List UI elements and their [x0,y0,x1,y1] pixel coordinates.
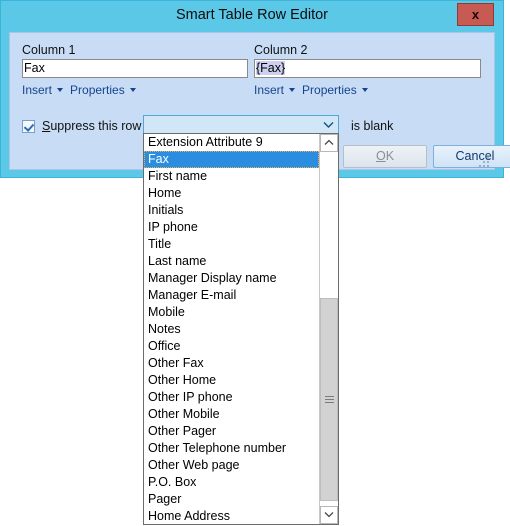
column2-input[interactable]: {Fax} [254,59,481,78]
dropdown-item[interactable]: Notes [144,321,319,338]
dropdown-popup: Extension Attribute 9 Fax First name Home In… [143,133,339,525]
suppress-field-combobox[interactable] [143,115,339,135]
chevron-down-icon[interactable] [289,88,296,93]
scroll-down-icon[interactable] [320,506,338,524]
dropdown-item[interactable]: Home [144,185,319,202]
chevron-down-icon[interactable] [323,121,334,130]
dropdown-item[interactable]: Fax [144,151,319,168]
dropdown-item[interactable]: Other Home [144,372,319,389]
column2-selected-text: {Fax} [256,61,286,75]
ok-label-rest: K [385,149,395,163]
scroll-up-icon[interactable] [320,134,338,152]
resize-grip[interactable] [479,155,491,167]
dropdown-item[interactable]: Extension Attribute 9 [144,134,319,151]
dropdown-scrollbar[interactable] [319,134,338,524]
insert-link-column1[interactable]: Insert [22,83,52,97]
title-bar[interactable]: Smart Table Row Editor x [1,1,503,31]
dropdown-item[interactable]: Title [144,236,319,253]
scrollbar-thumb[interactable] [320,298,338,501]
ok-accel-letter: O [375,149,386,163]
dropdown-item[interactable]: P.O. Box [144,474,319,491]
column1-label: Column 1 [22,43,76,57]
close-icon[interactable]: x [457,3,494,26]
dropdown-item[interactable]: Manager Display name [144,270,319,287]
cancel-button[interactable]: Cancel [433,145,510,168]
suppress-checkbox[interactable] [22,119,35,133]
column2-actions: Insert Properties [254,83,375,97]
properties-link-column1[interactable]: Properties [70,83,125,97]
dropdown-item[interactable]: Pager [144,491,319,508]
dropdown-item[interactable]: Mobile [144,304,319,321]
dropdown-item[interactable]: IP phone [144,219,319,236]
dropdown-item[interactable]: Other IP phone [144,389,319,406]
column2-label: Column 2 [254,43,308,57]
dropdown-item[interactable]: Other Pager [144,423,319,440]
chevron-down-icon[interactable] [361,88,368,93]
suppress-label-rest: uppress this row if [50,119,152,133]
dropdown-item[interactable]: Home Address [144,508,319,524]
dropdown-list[interactable]: Extension Attribute 9 Fax First name Home In… [144,134,319,524]
dropdown-item[interactable]: First name [144,168,319,185]
scrollbar-grip-icon [325,395,334,404]
column1-input[interactable]: Fax [22,59,248,78]
dropdown-item[interactable]: Other Web page [144,457,319,474]
suppress-row: Suppress this row if [22,117,151,135]
dropdown-item[interactable]: Initials [144,202,319,219]
chevron-down-icon[interactable] [129,88,136,93]
suppress-label: Suppress this row if [42,119,151,133]
dropdown-item[interactable]: Other Telephone number [144,440,319,457]
window-title: Smart Table Row Editor [175,7,329,23]
dropdown-item[interactable]: Other Mobile [144,406,319,423]
is-blank-label: is blank [351,119,394,133]
dropdown-item[interactable]: Office [144,338,319,355]
column1-actions: Insert Properties [22,83,143,97]
properties-link-column2[interactable]: Properties [302,83,357,97]
ok-button[interactable]: OK [343,145,427,168]
dropdown-item[interactable]: Manager E-mail [144,287,319,304]
insert-link-column2[interactable]: Insert [254,83,284,97]
dropdown-item[interactable]: Other Fax [144,355,319,372]
chevron-down-icon[interactable] [57,88,64,93]
dropdown-item[interactable]: Last name [144,253,319,270]
